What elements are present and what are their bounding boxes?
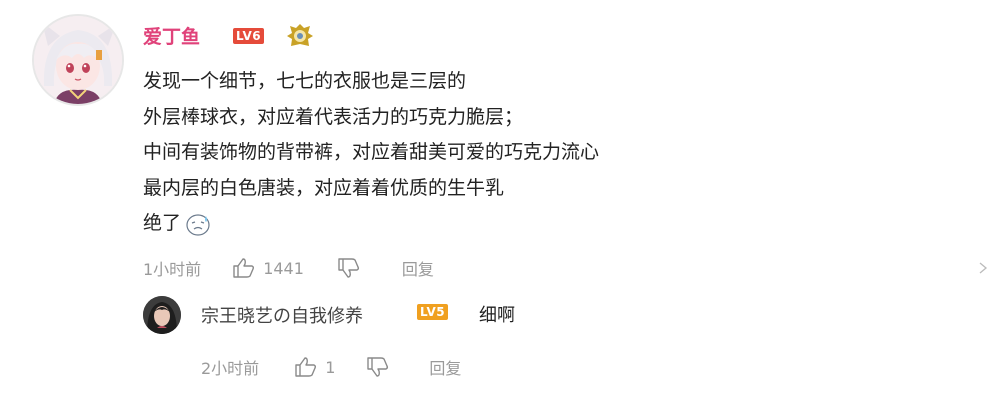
girl-avatar-image [143,296,181,334]
thumbs-up-icon [233,258,255,278]
comment-line-text: 绝了 [143,212,182,234]
fan-medal-icon[interactable] [285,22,315,50]
level-badge: LV5 [417,304,449,320]
thumbs-down-icon [338,258,359,278]
reply-username[interactable]: 宗王晓艺の自我修养 [201,302,363,328]
dislike-button[interactable] [365,355,391,379]
reply-button[interactable]: 回复 [402,256,434,280]
thumbs-up-icon [295,357,317,377]
like-button[interactable]: 1 [293,355,335,379]
reply-meta: 2小时前 1 回复 [201,355,461,379]
commenter-username[interactable]: 爱丁鱼 [143,22,200,49]
like-count: 1 [325,357,336,377]
like-button[interactable]: 1441 [231,256,304,280]
comment-time: 1小时前 [143,260,202,279]
commenter-avatar[interactable] [32,14,124,106]
scroll-arrow-icon[interactable] [978,262,988,274]
comment-line: 最内层的白色唐装，对应着着优质的生牛乳 [143,176,505,199]
comment-line-last: 绝了 [143,206,599,242]
reply-user-avatar[interactable] [143,296,181,334]
reply-button[interactable]: 回复 [429,355,461,379]
thumbs-down-icon [367,357,389,377]
comment-line: 外层棒球衣，对应着代表活力的巧克力脆层； [143,105,524,128]
reply-text: 细啊 [479,305,515,326]
level-badge: LV6 [233,28,265,44]
like-count: 1441 [263,258,304,278]
reply-time: 2小时前 [201,359,260,378]
anime-girl-avatar-image [34,16,122,104]
comment-body: 发现一个细节，七七的衣服也是三层的 外层棒球衣，对应着代表活力的巧克力脆层； 中… [143,64,599,242]
comment-meta: 1小时前 1441 回复 [143,256,434,280]
sweat-smile-emoji-icon [186,213,210,236]
comment-line: 发现一个细节，七七的衣服也是三层的 [143,70,467,92]
dislike-button[interactable] [336,256,362,280]
comment-line: 中间有装饰物的背带裤，对应着甜美可爱的巧克力流心 [143,141,600,163]
